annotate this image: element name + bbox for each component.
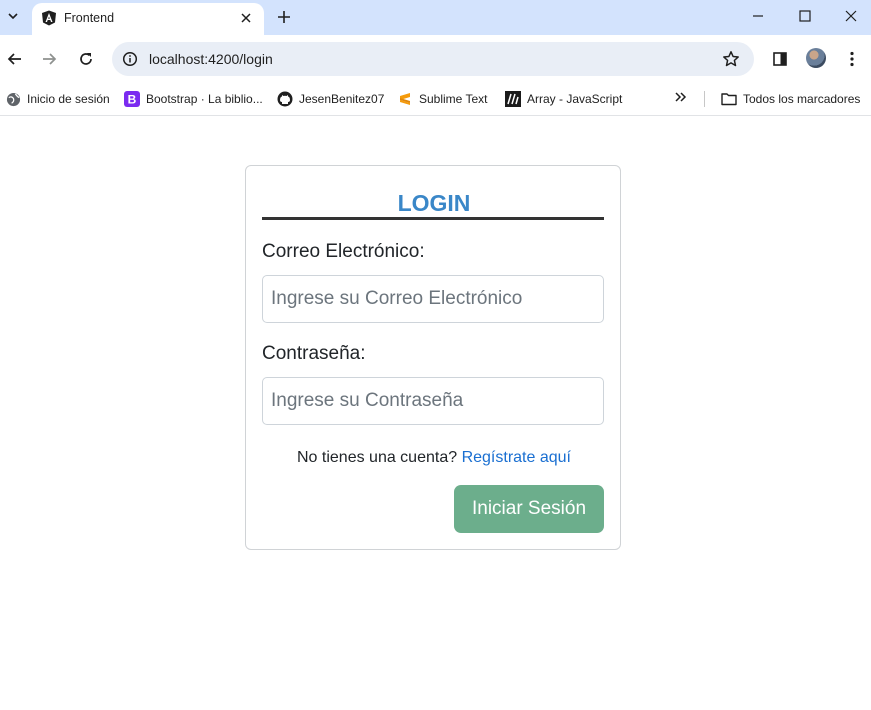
title-underline <box>262 217 604 220</box>
tab-search-chevron-icon[interactable] <box>4 6 22 26</box>
bookmark-star-icon[interactable] <box>722 50 740 68</box>
angular-logo-icon <box>41 10 57 26</box>
register-prompt: No tienes una cuenta? Regístrate aquí <box>246 449 622 467</box>
bookmark-label: Sublime Text <box>419 92 488 106</box>
profile-avatar[interactable] <box>806 48 826 68</box>
more-menu-icon[interactable] <box>840 47 864 71</box>
sublime-icon <box>397 91 413 107</box>
bookmark-inicio-sesion[interactable]: Inicio de sesión <box>5 88 110 110</box>
github-icon <box>277 91 293 107</box>
active-tab[interactable]: Frontend <box>32 3 264 35</box>
bookmark-github[interactable]: JesenBenitez07 <box>277 88 384 110</box>
bookmark-mdn-array[interactable]: Array - JavaScript <box>505 88 622 110</box>
register-link[interactable]: Regístrate aquí <box>462 449 571 466</box>
window-close-icon[interactable] <box>839 6 863 26</box>
register-prompt-text: No tienes una cuenta? <box>297 449 458 466</box>
browser-toolbar: localhost:4200/login <box>0 35 871 83</box>
folder-icon <box>721 91 737 107</box>
bookmark-label: JesenBenitez07 <box>299 92 385 106</box>
bookmarks-bar: Inicio de sesión B Bootstrap · La biblio… <box>0 83 871 116</box>
bookmark-label: Bootstrap · La biblio... <box>146 92 263 106</box>
mdn-icon <box>505 91 521 107</box>
address-bar[interactable]: localhost:4200/login <box>112 42 754 76</box>
login-submit-button[interactable]: Iniciar Sesión <box>454 485 604 533</box>
password-label: Contraseña: <box>262 343 366 364</box>
bookmarks-overflow-chevron-icon[interactable] <box>672 88 690 106</box>
reload-icon[interactable] <box>74 47 98 71</box>
bootstrap-icon: B <box>124 91 140 107</box>
all-bookmarks-label: Todos los marcadores <box>743 92 861 106</box>
back-arrow-icon[interactable] <box>3 47 27 71</box>
bookmark-sublime[interactable]: Sublime Text <box>397 88 487 110</box>
new-tab-plus-icon[interactable] <box>275 8 293 26</box>
password-input[interactable] <box>262 377 604 425</box>
maximize-icon[interactable] <box>793 6 817 26</box>
bookmarks-separator <box>704 91 705 107</box>
svg-text:B: B <box>128 93 137 107</box>
site-info-icon[interactable] <box>122 51 138 67</box>
tab-strip: Frontend <box>0 0 871 35</box>
tab-title: Frontend <box>64 11 115 25</box>
all-bookmarks-folder[interactable]: Todos los marcadores <box>721 88 860 110</box>
login-card: LOGIN Correo Electrónico: Contraseña: No… <box>245 165 621 550</box>
globe-icon <box>5 91 21 107</box>
bookmark-label: Array - JavaScript <box>527 92 623 106</box>
email-label: Correo Electrónico: <box>262 241 425 262</box>
forward-arrow-icon[interactable] <box>37 47 61 71</box>
minimize-icon[interactable] <box>746 6 770 26</box>
close-tab-icon[interactable] <box>238 10 254 26</box>
bookmark-bootstrap[interactable]: B Bootstrap · La biblio... <box>124 88 263 110</box>
login-title: LOGIN <box>397 190 471 216</box>
side-panel-icon[interactable] <box>768 47 792 71</box>
bookmark-label: Inicio de sesión <box>27 92 110 106</box>
url-text: localhost:4200/login <box>149 51 273 67</box>
email-input[interactable] <box>262 275 604 323</box>
